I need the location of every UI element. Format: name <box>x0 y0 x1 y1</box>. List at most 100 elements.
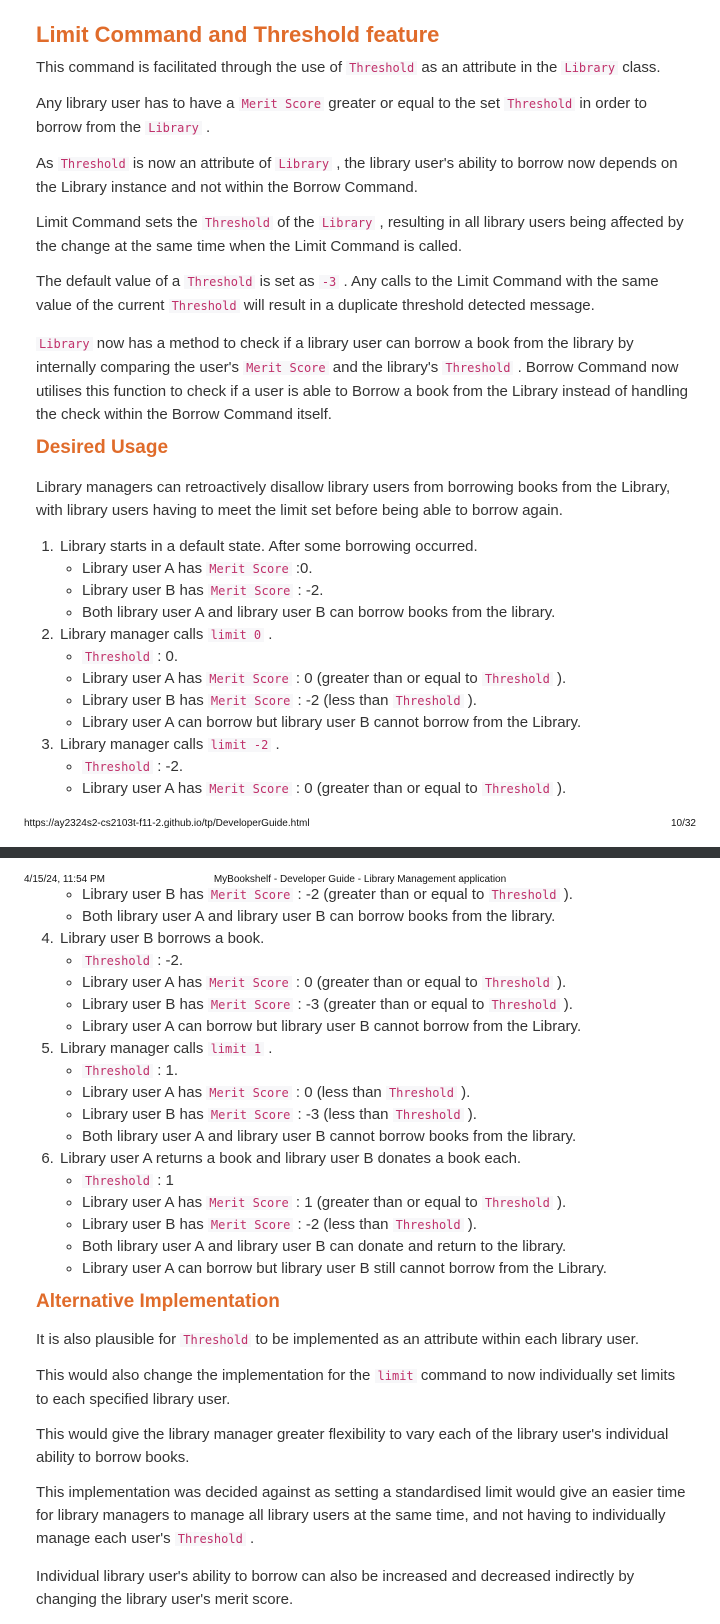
text: Library user A has <box>82 974 207 991</box>
list-item: Library user A has Merit Score : 0 (less… <box>82 1082 690 1104</box>
code-limit-command: limit 1 <box>207 1042 265 1056</box>
list-item: Both library user A and library user B c… <box>82 906 690 928</box>
code-library: Library <box>36 337 93 351</box>
text: of the <box>272 214 319 231</box>
document-page-1: Limit Command and Threshold feature This… <box>0 0 720 847</box>
page-separator <box>0 847 720 858</box>
code-merit-score: Merit Score <box>206 1196 292 1210</box>
alt-paragraph-2: This would also change the implementatio… <box>36 1364 690 1411</box>
sub-list: Threshold : -2. Library user A has Merit… <box>60 950 690 1038</box>
text: will result in a duplicate threshold det… <box>239 297 595 314</box>
code-threshold: Threshold <box>82 760 154 774</box>
text: : 0 (less than <box>291 1084 386 1101</box>
list-item: Library user A has Merit Score : 0 (grea… <box>82 778 690 800</box>
text: to be implemented as an attribute within… <box>251 1331 639 1348</box>
text: : 0. <box>153 648 179 665</box>
alt-paragraph-3: This would give the library manager grea… <box>36 1426 669 1466</box>
text: . <box>271 736 280 753</box>
code-threshold: Threshold <box>392 694 464 708</box>
text: : -2. <box>153 952 184 969</box>
list-item: Library user B has Merit Score : -2 (gre… <box>82 884 690 906</box>
code-threshold: Threshold <box>82 954 154 968</box>
text: : -2. <box>153 758 184 775</box>
list-item: Library user A has Merit Score : 1 (grea… <box>82 1192 690 1214</box>
text: Library manager calls <box>60 626 208 643</box>
text: and the library's <box>328 359 443 376</box>
text: : 0 (greater than or equal to <box>291 670 482 687</box>
code-merit-score: Merit Score <box>207 694 294 708</box>
footer-url: https://ay2324s2-cs2103t-f11-2.github.io… <box>24 818 310 829</box>
list-item: Library user B has Merit Score : -2 (gre… <box>58 884 690 928</box>
code-threshold: Threshold <box>180 1333 252 1347</box>
text: Library user A has <box>82 560 207 577</box>
paragraph-7: Library managers can retroactively disal… <box>36 479 671 519</box>
code-merit-score: Merit Score <box>206 672 292 686</box>
list-item: Library user A can borrow but library us… <box>82 1258 690 1280</box>
page-2-header: 4/15/24, 11:54 PM MyBookshelf - Develope… <box>24 874 696 885</box>
text: Library user B has <box>82 996 208 1013</box>
text: Library user B has <box>82 1216 208 1233</box>
text: : -2. <box>293 582 324 599</box>
text: . <box>201 119 211 136</box>
text: Library user B has <box>82 692 208 709</box>
code-merit-score: Merit Score <box>238 97 325 111</box>
list-item: Library user A has Merit Score : 0 (grea… <box>82 972 690 994</box>
text: ). <box>463 1106 477 1123</box>
code-library: Library <box>145 121 202 135</box>
code-limit: limit <box>374 1369 417 1383</box>
code-merit-score: Merit Score <box>207 888 294 902</box>
paragraph-3: As Threshold is now an attribute of Libr… <box>36 152 690 199</box>
code-merit-score: Merit Score <box>207 1218 294 1232</box>
usage-steps-list: Library starts in a default state. After… <box>36 536 690 800</box>
code-library: Library <box>318 216 376 230</box>
text: ). <box>559 886 573 903</box>
paragraph-5: The default value of a Threshold is set … <box>36 270 690 318</box>
list-item: Library user A returns a book and librar… <box>58 1148 690 1280</box>
code-threshold: Threshold <box>481 976 553 990</box>
step-text: Library user B borrows a book. <box>60 930 265 947</box>
code-threshold: Threshold <box>174 1532 246 1546</box>
text: ). <box>552 780 567 797</box>
text: : -3 (less than <box>293 1106 393 1123</box>
text: : 0 (greater than or equal to <box>291 974 482 991</box>
sub-list: Threshold : -2. Library user A has Merit… <box>60 756 690 800</box>
text: ). <box>463 1216 477 1233</box>
code-limit-command: limit -2 <box>207 738 272 752</box>
list-item: Both library user A and library user B c… <box>82 1236 690 1258</box>
code-merit-score: Merit Score <box>206 1086 292 1100</box>
text: Library user A has <box>82 1194 207 1211</box>
text: ). <box>559 996 573 1013</box>
text: The default value of a <box>36 273 185 290</box>
header-title: MyBookshelf - Developer Guide - Library … <box>213 874 507 885</box>
code-threshold: Threshold <box>481 1196 553 1210</box>
alt-paragraph-5: Individual library user's ability to bor… <box>36 1568 635 1608</box>
usage-steps-list-continued: Library user B has Merit Score : -2 (gre… <box>36 884 690 1280</box>
text: : -2 (greater than or equal to <box>293 886 489 903</box>
text: This would also change the implementatio… <box>36 1367 375 1384</box>
text: : -2 (less than <box>293 1216 393 1233</box>
heading-desired-usage: Desired Usage <box>36 437 169 458</box>
alt-paragraph-1: It is also plausible for Threshold to be… <box>36 1328 690 1352</box>
code-merit-score: Merit Score <box>243 361 329 375</box>
list-item: Library user B has Merit Score : -3 (gre… <box>82 994 690 1016</box>
document-page-2: 4/15/24, 11:54 PM MyBookshelf - Develope… <box>0 858 720 1624</box>
code-threshold: Threshold <box>82 650 154 664</box>
sub-list: Threshold : 1 Library user A has Merit S… <box>60 1170 690 1280</box>
list-item: Library user B has Merit Score : -3 (les… <box>82 1104 690 1126</box>
text: ). <box>552 974 567 991</box>
code-library: Library <box>275 157 333 171</box>
text: ). <box>456 1084 471 1101</box>
list-item: Threshold : -2. <box>82 756 690 778</box>
text: . <box>264 1040 273 1057</box>
code-threshold: Threshold <box>481 782 553 796</box>
text: Library user B has <box>82 1106 208 1123</box>
code-threshold: Threshold <box>184 275 256 289</box>
code-threshold: Threshold <box>346 61 418 75</box>
code-library: Library <box>561 61 619 75</box>
list-item: Library user B has Merit Score : -2 (les… <box>82 690 690 712</box>
code-threshold: Threshold <box>488 888 560 902</box>
text: Library manager calls <box>60 736 208 753</box>
code-merit-score: Merit Score <box>207 1108 294 1122</box>
list-item: Threshold : 1 <box>82 1170 690 1192</box>
heading-alternative-implementation: Alternative Implementation <box>36 1291 280 1312</box>
